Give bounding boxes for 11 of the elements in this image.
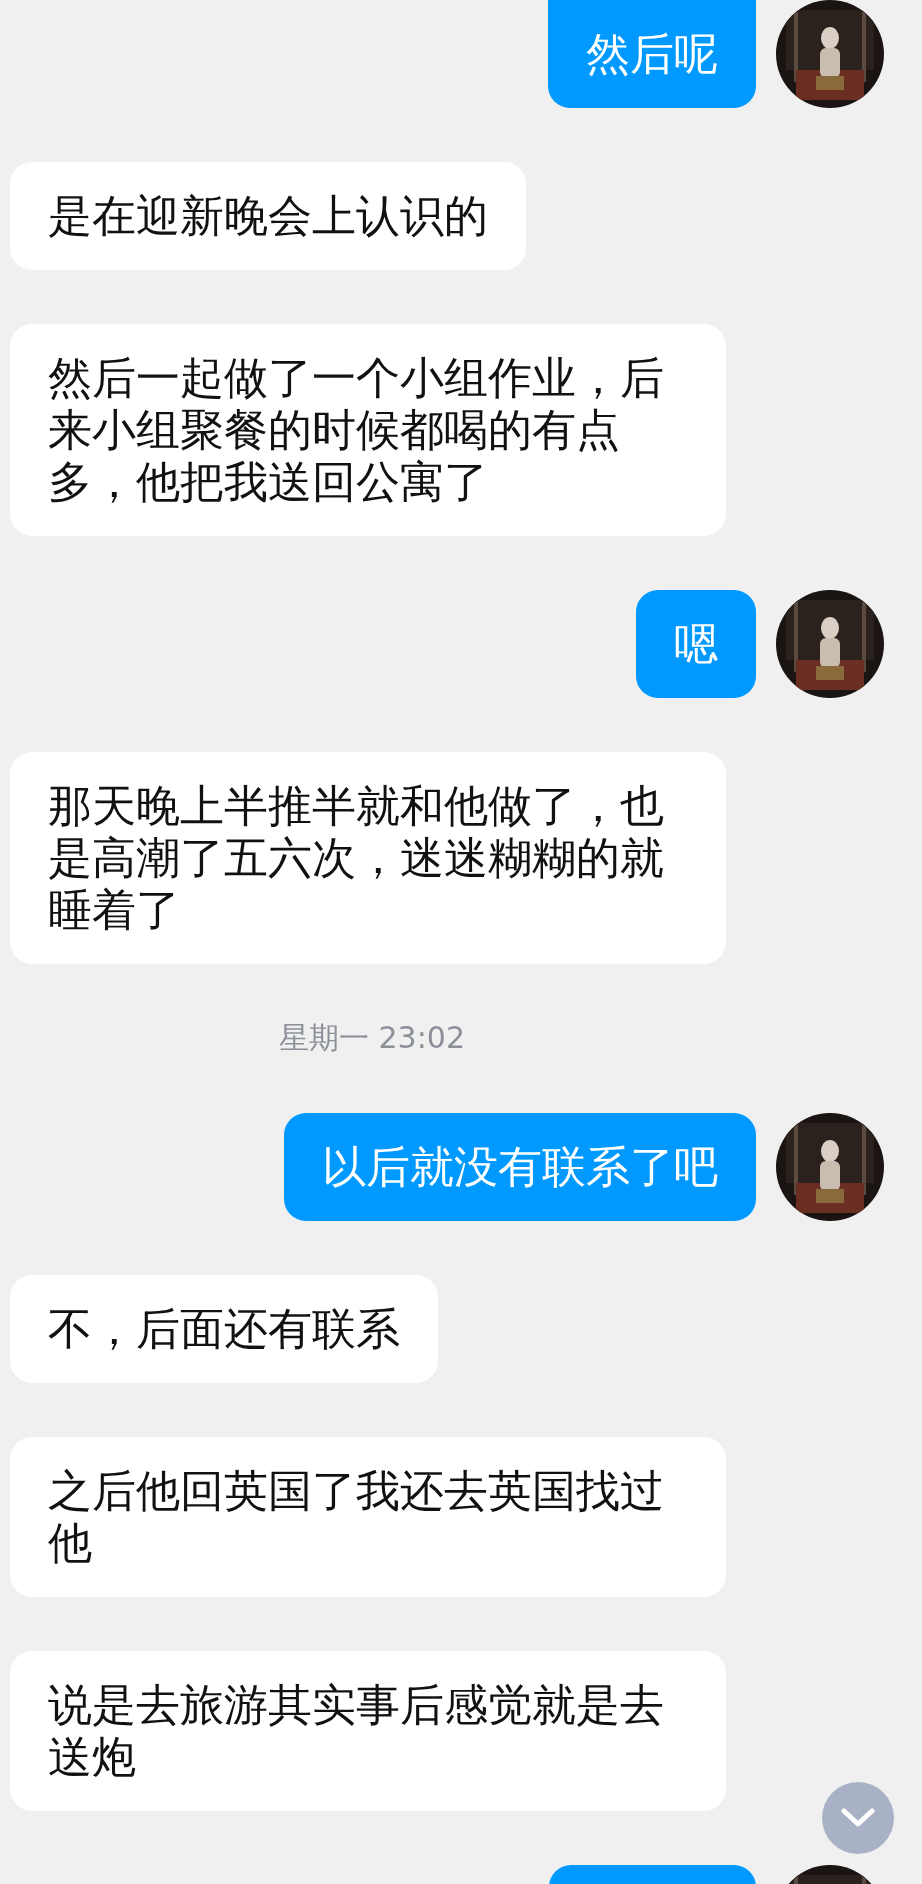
timestamp: 星期一 23:02 <box>279 1019 465 1057</box>
message-bubble: 不，后面还有联系 <box>10 1275 438 1383</box>
message-bubble: 是在迎新晚会上认识的 <box>10 162 526 270</box>
message-bubble: 之后他回英国了我还去英国找过他 <box>10 1437 726 1597</box>
message-bubble: 嗯 <box>636 590 756 698</box>
chevron-down-icon <box>841 1808 875 1828</box>
message-bubble: 然后呢 <box>548 0 756 108</box>
message-bubble: 以后就没有联系了吧 <box>284 1113 756 1221</box>
message-bubble: 说是去旅游其实事后感觉就是去送炮 <box>10 1651 726 1811</box>
message-bubble: 那天晚上半推半就和他做了，也是高潮了五六次，迷迷糊糊的就睡着了 <box>10 752 726 964</box>
message-bubble: 然后一起做了一个小组作业，后来小组聚餐的时候都喝的有点多，他把我送回公寓了 <box>10 324 726 536</box>
